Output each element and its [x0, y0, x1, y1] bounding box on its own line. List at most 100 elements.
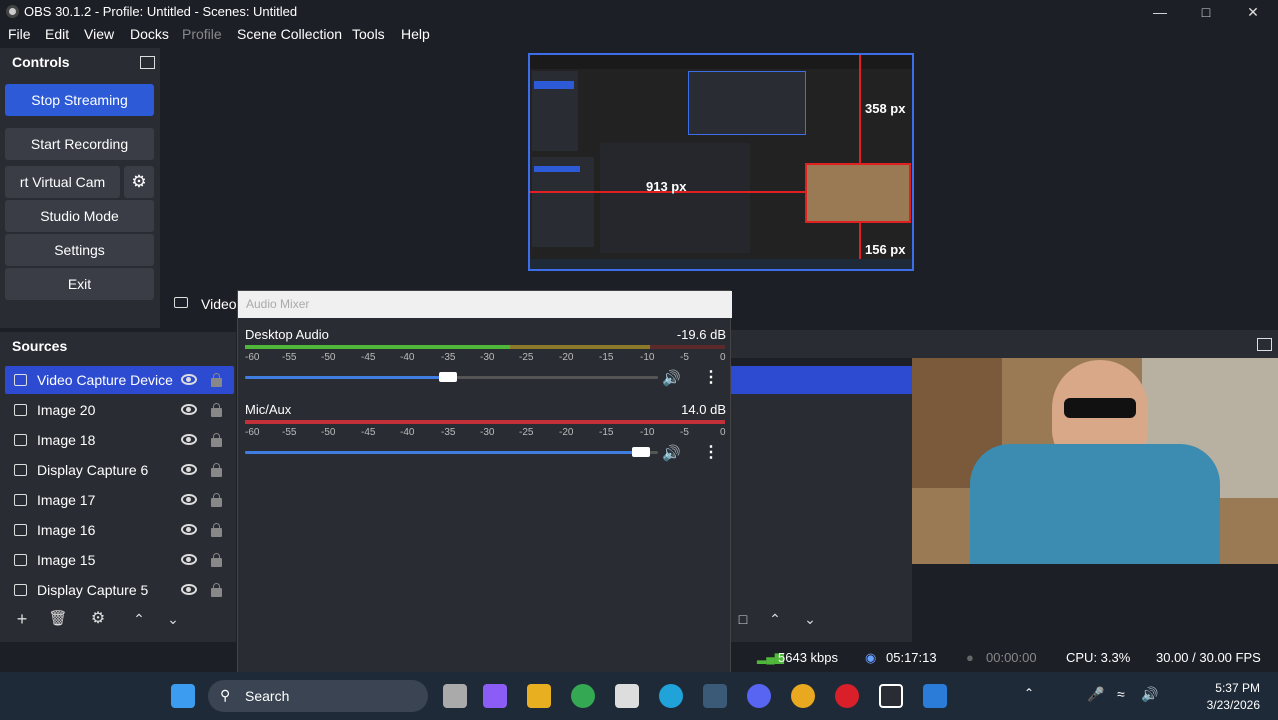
speaker-icon[interactable]: 🔊 [662, 369, 681, 387]
eye-icon[interactable] [181, 464, 197, 475]
mic-aux-meter [245, 420, 725, 424]
opera-icon[interactable] [835, 684, 859, 708]
clock-date[interactable]: 3/23/2026 [1190, 698, 1260, 712]
obs-taskbar-icon[interactable] [879, 684, 903, 708]
steam-icon[interactable] [703, 684, 727, 708]
controls-header: Controls [12, 54, 70, 70]
chevron-up-icon[interactable]: ⌃ [128, 609, 150, 629]
lock-icon[interactable] [211, 553, 222, 567]
lock-icon[interactable] [211, 463, 222, 477]
image-icon [14, 434, 27, 446]
studio-mode-button[interactable]: Studio Mode [5, 200, 154, 232]
gear-icon[interactable]: ⚙ [87, 609, 109, 629]
eye-icon[interactable] [181, 554, 197, 565]
fps: 30.00 / 30.00 FPS [1156, 650, 1261, 665]
menu-edit[interactable]: Edit [45, 26, 69, 42]
volume-icon[interactable]: 🔊 [1141, 686, 1158, 703]
chevron-down-icon[interactable]: ⌄ [799, 609, 821, 629]
desktop-audio-volume-slider[interactable] [245, 372, 658, 382]
record-time: 00:00:00 [986, 650, 1037, 665]
menu-help[interactable]: Help [401, 26, 430, 42]
lock-icon[interactable] [211, 403, 222, 417]
start-recording-button[interactable]: Start Recording [5, 128, 154, 160]
task-view-icon[interactable] [443, 684, 467, 708]
selected-scene-row[interactable] [731, 366, 912, 394]
taskbar-search[interactable]: ⚲ Search [208, 680, 428, 712]
lock-icon[interactable] [211, 373, 222, 387]
scenes-list [731, 394, 912, 642]
chrome-icon[interactable] [571, 684, 595, 708]
lock-icon[interactable] [211, 583, 222, 597]
file-explorer-icon[interactable] [527, 684, 551, 708]
desktop-audio-meter [245, 345, 725, 349]
stream-time: 05:17:13 [886, 650, 937, 665]
sunglasses [1064, 398, 1136, 418]
discord-icon[interactable] [747, 684, 771, 708]
chevron-up-icon[interactable]: ⌃ [764, 609, 786, 629]
lock-icon[interactable] [211, 523, 222, 537]
close-button[interactable]: ✕ [1243, 2, 1263, 22]
tray-chevron-icon[interactable]: ⌃ [1024, 686, 1034, 700]
title-bar: OBS 30.1.2 - Profile: Untitled - Scenes:… [0, 0, 1278, 24]
source-item[interactable]: Video Capture Device [5, 366, 234, 394]
clock-time[interactable]: 5:37 PM [1198, 681, 1260, 695]
stop-streaming-button[interactable]: Stop Streaming [5, 84, 154, 116]
more-options-icon[interactable]: ⋮ [703, 442, 719, 462]
speaker-icon[interactable]: 🔊 [662, 444, 681, 462]
windows-start-icon[interactable] [171, 684, 195, 708]
taskbar: ⌃ 🎤 ≈ 🔊 5:37 PM 3/23/2026 [0, 672, 1278, 720]
source-item[interactable]: Image 16 [5, 516, 234, 544]
source-item[interactable]: Image 20 [5, 396, 234, 424]
maximize-button[interactable]: □ [1196, 2, 1216, 22]
add-source-icon[interactable]: + [11, 609, 33, 629]
sources-dock: Sources Video Capture Device Image 20 Im… [0, 332, 236, 642]
edge-icon[interactable] [659, 684, 683, 708]
minimize-button[interactable]: — [1150, 2, 1170, 22]
menu-file[interactable]: File [8, 26, 31, 42]
gear-icon[interactable]: ⚙ [124, 166, 154, 198]
lock-icon[interactable] [211, 433, 222, 447]
menu-profile[interactable]: Profile [182, 26, 222, 42]
lock-icon[interactable] [211, 493, 222, 507]
copilot-icon[interactable] [483, 684, 507, 708]
obs-logo-icon [6, 5, 19, 18]
microphone-icon[interactable]: 🎤 [1087, 686, 1104, 703]
undock-icon[interactable] [1257, 338, 1272, 351]
menu-scene-collection[interactable]: Scene Collection [237, 26, 342, 42]
wifi-icon[interactable]: ≈ [1117, 686, 1125, 702]
nested-preview-display[interactable]: 358 px 913 px 156 px [528, 53, 914, 271]
mic-aux-volume-slider[interactable] [245, 447, 658, 457]
audio-mixer-title: Audio Mixer [238, 291, 732, 318]
menu-tools[interactable]: Tools [352, 26, 385, 42]
eye-icon[interactable] [181, 404, 197, 415]
source-item[interactable]: Image 17 [5, 486, 234, 514]
source-item[interactable]: Display Capture 6 [5, 456, 234, 484]
virtual-cam-button[interactable]: rt Virtual Cam [5, 166, 120, 198]
menu-docks[interactable]: Docks [130, 26, 169, 42]
chevron-down-icon[interactable]: ⌄ [162, 609, 184, 629]
menu-view[interactable]: View [84, 26, 114, 42]
trash-icon[interactable]: 🗑 [47, 609, 69, 629]
eye-icon[interactable] [181, 494, 197, 505]
image-icon [14, 554, 27, 566]
source-item[interactable]: Display Capture 5 [5, 576, 234, 604]
image-icon [14, 494, 27, 506]
mic-aux-db: 14.0 dB [681, 402, 726, 417]
more-options-icon[interactable]: ⋮ [703, 367, 719, 387]
exit-button[interactable]: Exit [5, 268, 154, 300]
undock-icon[interactable] [140, 56, 155, 69]
chrome-canary-icon[interactable] [791, 684, 815, 708]
controls-dock: Controls Stop Streaming Start Recording … [0, 48, 160, 328]
eye-icon[interactable] [181, 434, 197, 445]
filter-icon[interactable]: □ [732, 609, 754, 629]
app-icon[interactable] [923, 684, 947, 708]
source-item[interactable]: Image 15 [5, 546, 234, 574]
eye-icon[interactable] [181, 524, 197, 535]
status-bar: ▂▄▆ 5643 kbps ◉ 05:17:13 ● 00:00:00 CPU:… [731, 644, 1278, 672]
record-icon: ● [966, 650, 974, 665]
eye-icon[interactable] [181, 374, 197, 385]
settings-button[interactable]: Settings [5, 234, 154, 266]
eye-icon[interactable] [181, 584, 197, 595]
source-item[interactable]: Image 18 [5, 426, 234, 454]
store-icon[interactable] [615, 684, 639, 708]
